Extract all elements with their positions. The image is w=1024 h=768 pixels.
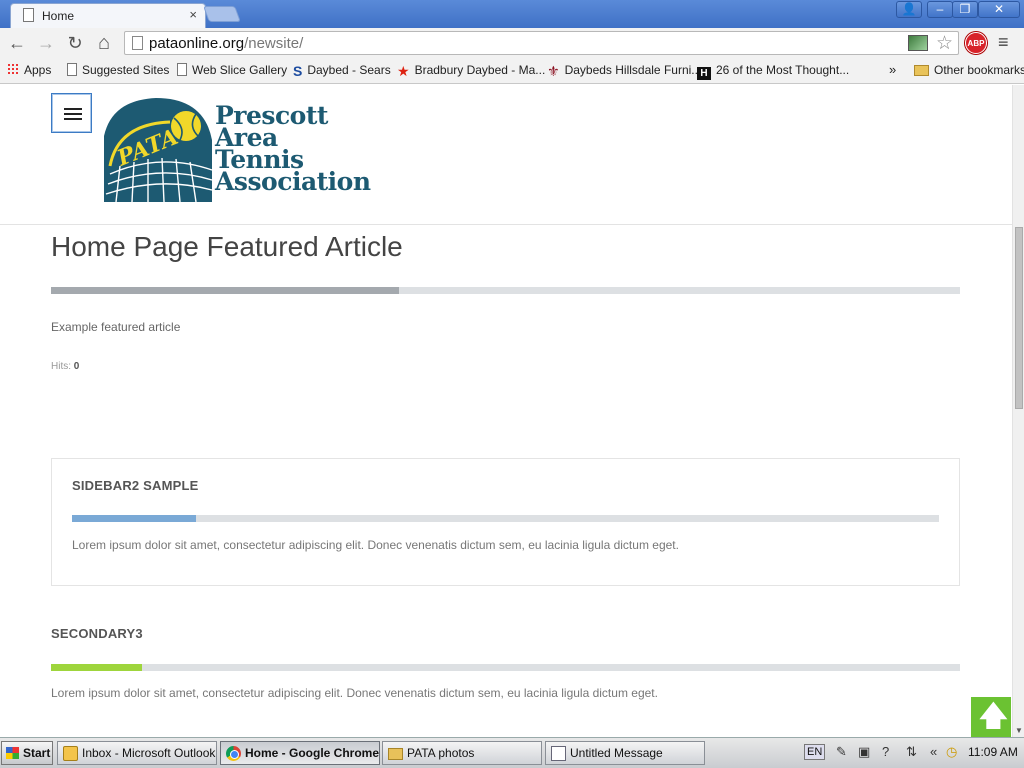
bookmark-apps[interactable]: Apps — [7, 63, 51, 77]
forward-button[interactable]: → — [35, 32, 57, 54]
menu-toggle-button[interactable] — [51, 93, 92, 133]
chrome-menu-icon[interactable]: ≡ — [998, 32, 1009, 53]
scroll-down-arrow-icon[interactable]: ▼ — [1015, 726, 1023, 735]
back-button[interactable]: ← — [6, 32, 28, 54]
minimize-button[interactable]: – — [927, 1, 953, 18]
bookmark-26-most-thought[interactable]: H 26 of the Most Thought... — [697, 63, 849, 80]
taskbar-item-chrome[interactable]: Home - Google Chrome — [220, 741, 380, 765]
bookmark-daybeds-hillsdale[interactable]: ⚜ Daybeds Hillsdale Furni... — [547, 63, 701, 78]
message-icon — [551, 746, 566, 761]
sidebar2-text: Lorem ipsum dolor sit amet, consectetur … — [72, 538, 679, 552]
close-window-button[interactable]: ✕ — [978, 1, 1020, 18]
restore-button[interactable]: ❐ — [952, 1, 978, 18]
hits-counter: Hits: 0 — [51, 361, 80, 372]
pen-icon[interactable]: ✎ — [836, 744, 847, 760]
bookmark-web-slice-gallery[interactable]: Web Slice Gallery — [177, 63, 287, 77]
network-icon[interactable]: ⇅ — [906, 744, 917, 760]
windows-taskbar: Start Inbox - Microsoft Outlook Home - G… — [0, 737, 1024, 768]
bookmark-bradbury-daybed[interactable]: ★ Bradbury Daybed - Ma... — [397, 63, 545, 78]
sidebar2-underline-accent — [72, 515, 196, 522]
bookmark-star-icon[interactable]: ☆ — [936, 32, 953, 55]
tab-close-icon[interactable]: × — [189, 7, 197, 22]
tray-expand-chevron[interactable]: « — [930, 744, 937, 759]
tab-title: Home — [42, 9, 75, 23]
fleur-icon: ⚜ — [547, 63, 560, 79]
outlook-icon — [63, 746, 78, 761]
clock-icon: ◷ — [946, 744, 958, 759]
bookmarks-bar: Apps Suggested Sites Web Slice Gallery S… — [0, 58, 1024, 84]
article-title[interactable]: Home Page Featured Article — [51, 231, 403, 263]
chrome-icon — [226, 746, 241, 761]
folder-icon — [388, 748, 403, 760]
url-text[interactable]: pataonline.org/newsite/ — [149, 35, 303, 52]
language-indicator[interactable]: EN — [804, 744, 826, 760]
list-menu-icon — [64, 108, 82, 120]
page-icon — [132, 36, 143, 50]
back-to-top-button[interactable]: 🡅 — [971, 697, 1011, 737]
sears-icon: S — [293, 63, 303, 79]
start-button[interactable]: Start — [1, 741, 53, 765]
windows-flag-icon — [6, 747, 19, 759]
page-icon — [23, 8, 34, 22]
sidebar2-underline — [72, 515, 939, 522]
user-profile-button[interactable]: 👤 — [896, 1, 922, 18]
secondary3-underline-accent — [51, 664, 142, 671]
new-tab-button[interactable] — [203, 6, 241, 22]
address-bar[interactable]: pataonline.org/newsite/ ☆ — [124, 31, 959, 55]
bookmark-daybed-sears[interactable]: S Daybed - Sears — [293, 63, 391, 78]
secondary3-underline — [51, 664, 960, 671]
arrow-up-icon: 🡅 — [979, 700, 1008, 731]
bookmarks-overflow-chevron[interactable]: » — [889, 62, 896, 77]
page-icon — [67, 63, 77, 76]
macys-star-icon: ★ — [397, 63, 410, 79]
header-divider — [0, 224, 1012, 225]
apps-grid-icon — [7, 63, 19, 76]
tablet-icon[interactable]: ▣ — [858, 744, 870, 760]
browser-tab-home[interactable]: Home × — [10, 3, 206, 28]
logo-wordmark: Prescott Area Tennis Association — [215, 101, 371, 196]
page-scrollbar[interactable]: ▼ — [1012, 85, 1024, 737]
houzz-icon: H — [697, 67, 711, 80]
system-tray: EN ✎ ▣ ? ⇅ « ◷ 11:09 AM — [802, 741, 1024, 765]
secondary3-text: Lorem ipsum dolor sit amet, consectetur … — [51, 686, 658, 700]
taskbar-item-pata-photos[interactable]: PATA photos — [382, 741, 542, 765]
reload-button[interactable]: ↻ — [64, 32, 86, 54]
adblock-plus-icon[interactable]: ABP — [965, 32, 987, 54]
bookmark-other-bookmarks[interactable]: Other bookmarks — [914, 63, 1024, 77]
browser-toolbar: ← → ↻ ⌂ pataonline.org/newsite/ ☆ ABP ≡ — [0, 28, 1024, 58]
scrollbar-thumb[interactable] — [1015, 227, 1023, 409]
home-button[interactable]: ⌂ — [93, 32, 115, 54]
bookmark-suggested-sites[interactable]: Suggested Sites — [67, 63, 169, 77]
secondary3-title: SECONDARY3 — [51, 626, 143, 641]
page-icon — [177, 63, 187, 76]
sidebar2-title: SIDEBAR2 SAMPLE — [72, 478, 199, 493]
article-body: Example featured article — [51, 320, 181, 334]
taskbar-item-untitled-message[interactable]: Untitled Message — [545, 741, 705, 765]
sidebar2-module: SIDEBAR2 SAMPLE Lorem ipsum dolor sit am… — [51, 458, 960, 586]
folder-icon — [914, 65, 929, 76]
image-blocked-icon[interactable] — [908, 35, 928, 51]
tennis-racket-logo-icon: PATA — [104, 98, 213, 203]
browser-title-bar: Home × 👤 – ❐ ✕ — [0, 0, 1024, 28]
title-underline-accent — [51, 287, 399, 294]
taskbar-item-outlook[interactable]: Inbox - Microsoft Outlook — [57, 741, 217, 765]
web-page: PATA Prescott Area Tennis Association Ho… — [0, 85, 1012, 737]
system-clock[interactable]: 11:09 AM — [968, 745, 1018, 759]
help-icon[interactable]: ? — [882, 744, 889, 759]
title-underline — [51, 287, 960, 294]
